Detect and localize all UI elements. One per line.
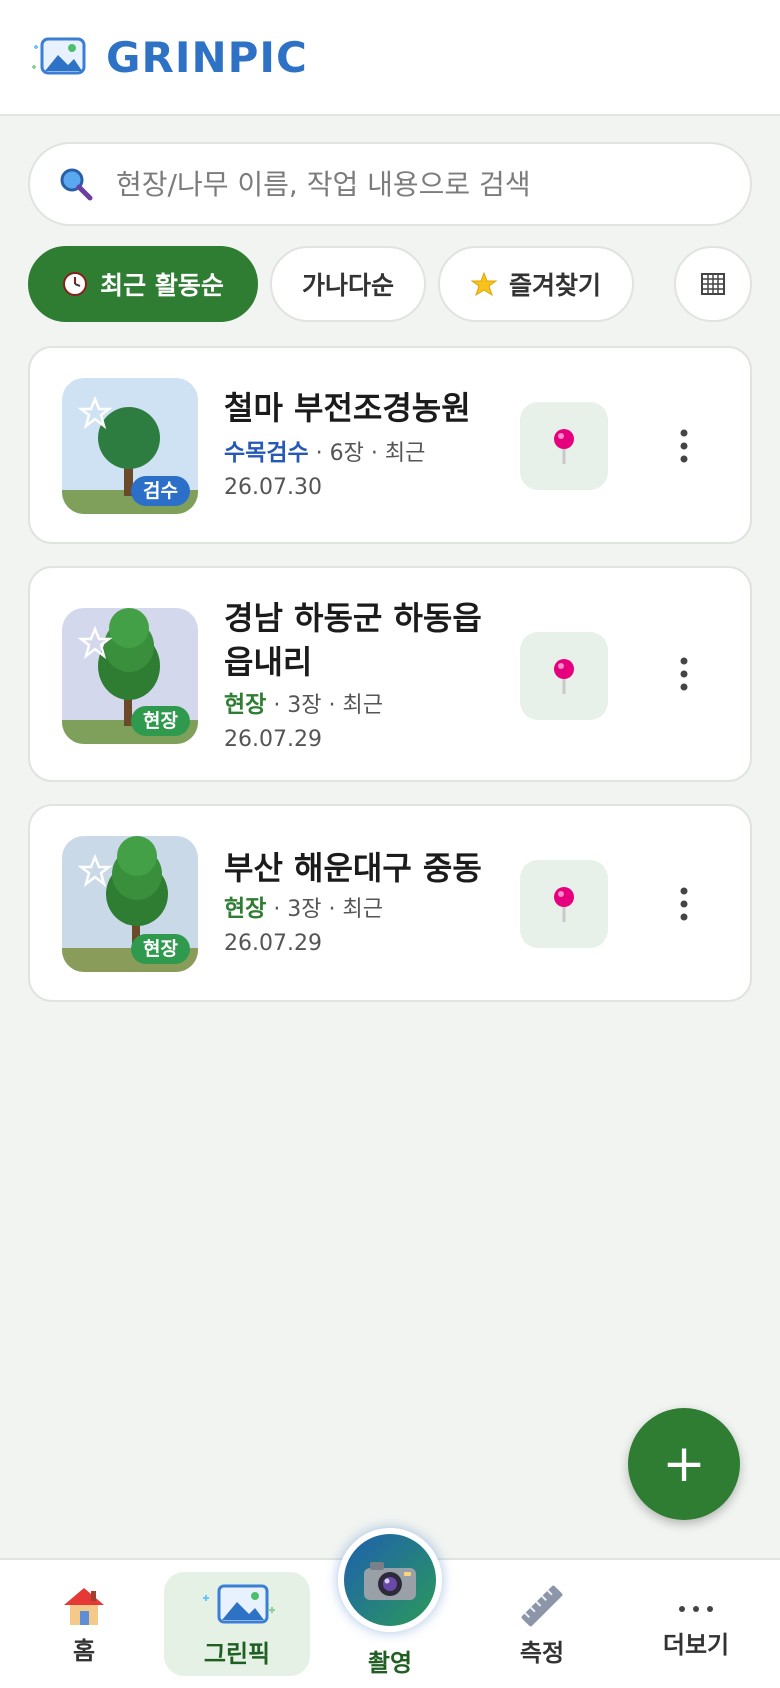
more-options-button[interactable]	[664, 644, 704, 704]
more-options-button[interactable]	[664, 874, 704, 934]
nav-more[interactable]: 더보기	[636, 1560, 756, 1688]
project-title: 철마 부전조경농원	[224, 389, 471, 427]
grid-icon	[701, 273, 725, 295]
project-card[interactable]: 현장 부산 해운대구 중동 현장 · 3장 · 최근 26.07.29	[28, 804, 752, 1002]
project-detail: · 6장 · 최근	[308, 441, 426, 466]
map-pin-icon	[554, 887, 574, 922]
star-filled-icon	[470, 271, 497, 297]
project-meta: 현장 · 3장 · 최근 26.07.29	[224, 892, 494, 961]
project-thumbnail: 현장	[62, 836, 198, 972]
map-pin-button[interactable]	[520, 402, 608, 490]
add-project-fab[interactable]: +	[628, 1408, 740, 1520]
favorite-star-icon[interactable]	[78, 396, 112, 430]
ruler-icon	[521, 1585, 563, 1626]
nav-home[interactable]: 홈	[24, 1560, 144, 1688]
search-input[interactable]	[116, 167, 716, 201]
app-header: GRINPIC	[0, 0, 780, 116]
project-meta: 수목검수 · 6장 · 최근 26.07.30	[224, 436, 494, 505]
project-kind: 현장	[224, 896, 267, 922]
favorite-star-icon[interactable]	[78, 854, 112, 888]
map-pin-button[interactable]	[520, 860, 608, 948]
project-title: 경남 하동군 하동읍 읍내리	[224, 599, 482, 681]
camera-capture-button[interactable]	[338, 1528, 442, 1632]
chip-recent-activity[interactable]: 최근 활동순	[28, 246, 258, 322]
map-pin-button[interactable]	[520, 632, 608, 720]
nav-measure[interactable]: 측정	[482, 1560, 602, 1688]
chip-favorites-label: 즐겨찾기	[508, 271, 601, 300]
kebab-menu-icon	[680, 657, 688, 691]
logo-icon	[32, 37, 86, 75]
nav-camera-label: 촬영	[367, 1648, 413, 1677]
project-card[interactable]: 검수 철마 부전조경농원 수목검수 · 6장 · 최근 26.07.30	[28, 346, 752, 544]
project-thumbnail: 검수	[62, 378, 198, 514]
nav-measure-label: 측정	[519, 1638, 565, 1667]
project-date: 26.07.30	[224, 475, 322, 500]
project-date: 26.07.29	[224, 727, 322, 752]
map-pin-icon	[554, 659, 574, 694]
grid-view-toggle[interactable]	[674, 246, 752, 322]
home-icon	[64, 1587, 104, 1625]
kebab-menu-icon	[680, 887, 688, 921]
nav-home-label: 홈	[72, 1636, 96, 1665]
map-pin-icon	[554, 429, 574, 464]
chip-favorites[interactable]: 즐겨찾기	[438, 246, 634, 322]
kebab-menu-icon	[680, 429, 688, 463]
nav-grinpic-label: 그린픽	[203, 1639, 271, 1668]
chip-recent-label: 최근 활동순	[100, 271, 224, 300]
project-card[interactable]: 현장 경남 하동군 하동읍 읍내리 현장 · 3장 · 최근 26.07.29	[28, 566, 752, 782]
project-title: 부산 해운대구 중동	[224, 849, 482, 887]
more-dots-icon	[679, 1605, 713, 1612]
chip-alphabetical-label: 가나다순	[301, 271, 394, 300]
project-meta: 현장 · 3장 · 최근 26.07.29	[224, 688, 494, 757]
project-thumbnail: 현장	[62, 608, 198, 744]
sort-filter-bar: 최근 활동순 가나다순 즐겨찾기	[28, 246, 752, 322]
search-bar[interactable]	[28, 142, 752, 226]
more-options-button[interactable]	[664, 416, 704, 476]
project-detail: · 3장 · 최근	[266, 693, 384, 718]
nav-more-label: 더보기	[662, 1630, 730, 1659]
nav-grinpic[interactable]: 그린픽	[164, 1572, 310, 1676]
gallery-icon	[203, 1584, 275, 1623]
project-detail: · 3장 · 최근	[266, 897, 384, 922]
search-icon	[60, 168, 93, 201]
status-badge: 현장	[131, 934, 190, 964]
project-date: 26.07.29	[224, 931, 322, 956]
project-kind: 현장	[224, 692, 267, 718]
chip-alphabetical[interactable]: 가나다순	[270, 246, 426, 322]
app-title: GRINPIC	[106, 32, 308, 82]
favorite-star-icon[interactable]	[78, 626, 112, 660]
status-badge: 현장	[131, 706, 190, 736]
project-kind: 수목검수	[224, 440, 309, 466]
clock-icon	[63, 272, 88, 296]
camera-icon	[364, 1562, 416, 1600]
status-badge: 검수	[131, 476, 190, 506]
